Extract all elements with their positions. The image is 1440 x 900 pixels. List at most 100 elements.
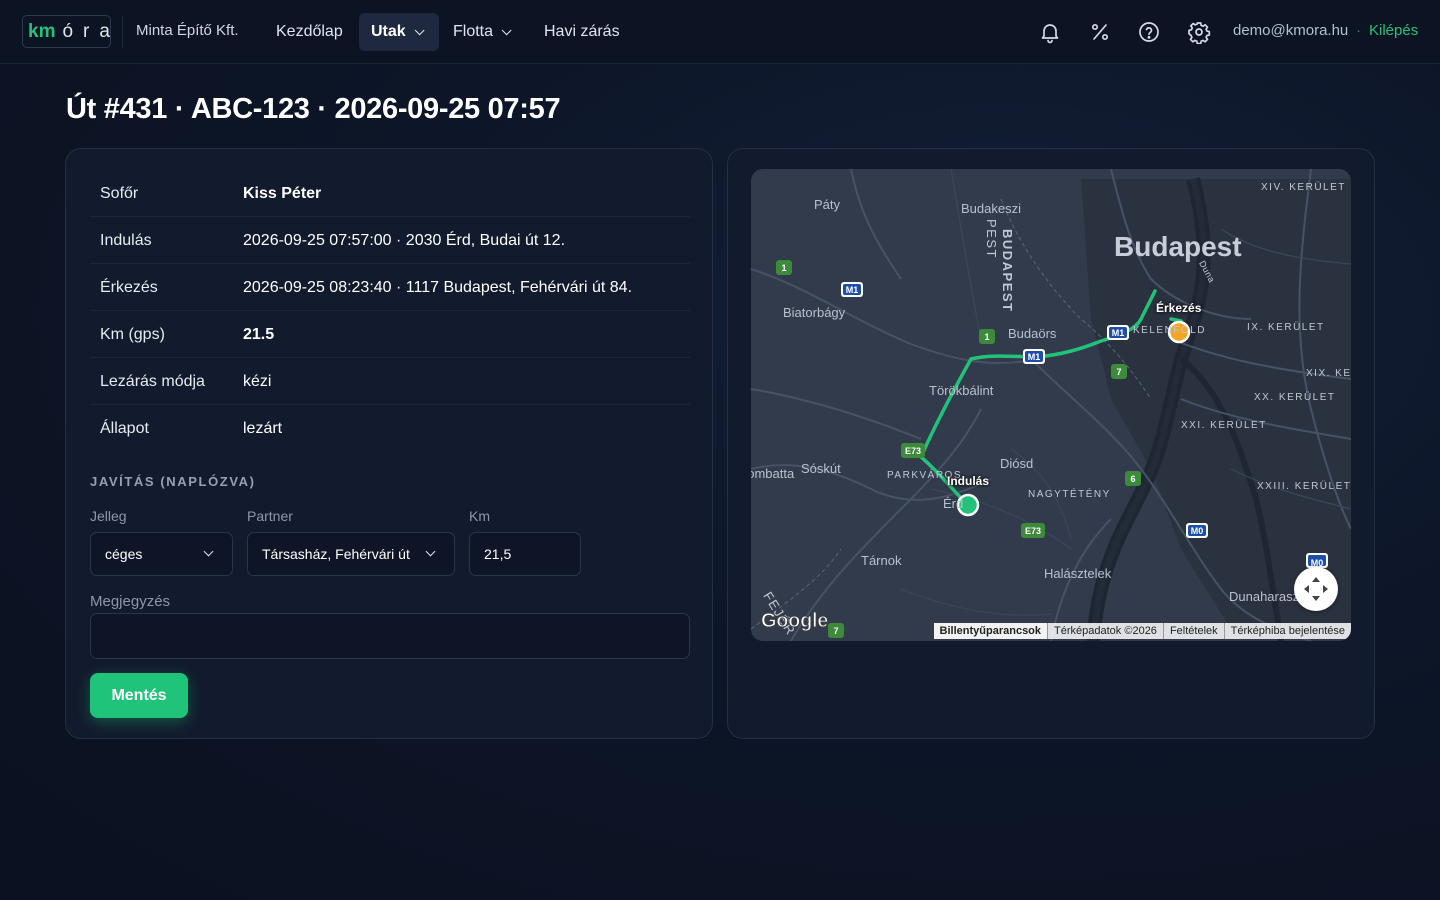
- bell-icon[interactable]: [1038, 20, 1062, 44]
- detail-label: Km (gps): [100, 326, 165, 343]
- detail-value-departure: 2026-09-25 07:57:00 · 2030 Érd, Budai út…: [243, 232, 566, 249]
- partner-label: Partner: [247, 508, 293, 524]
- logo-km: km: [28, 20, 56, 42]
- kmora-logo[interactable]: km óra: [22, 15, 111, 48]
- svg-text:7: 7: [1116, 367, 1121, 377]
- page-title: Út #431 · ABC-123 · 2026-09-25 07:57: [66, 93, 561, 125]
- nav-separator: ·: [1356, 22, 1361, 39]
- arrival-pin-label: Érkezés: [1156, 301, 1202, 315]
- detail-row-indulas: Indulás 2026-09-25 07:57:00 · 2030 Érd, …: [90, 217, 690, 264]
- detail-row-km-gps: Km (gps) 21.5: [90, 311, 690, 358]
- trip-details-card: Sofőr Kiss Péter Indulás 2026-09-25 07:5…: [65, 148, 713, 739]
- svg-text:E73: E73: [1025, 526, 1041, 536]
- chevron-down-icon: [425, 546, 436, 557]
- map-place: Páty: [814, 197, 841, 212]
- help-circle-icon[interactable]: [1137, 20, 1161, 44]
- partner-select[interactable]: Társasház, Fehérvári út: [247, 532, 455, 576]
- company-name: Minta Építő Kft.: [136, 22, 239, 39]
- km-input[interactable]: 21,5: [469, 532, 581, 576]
- detail-row-allapot: Állapot lezárt: [90, 405, 690, 452]
- nav-item-havi-zaras[interactable]: Havi zárás: [532, 13, 632, 51]
- map-place: Sóskút: [801, 461, 841, 476]
- svg-text:M1: M1: [1028, 352, 1041, 362]
- map-district: KELENFÖLD: [1133, 325, 1206, 336]
- nav-item-flotta[interactable]: Flotta: [441, 13, 520, 51]
- svg-text:6: 6: [1130, 474, 1135, 484]
- detail-row-lezaras-modja: Lezárás módja kézi: [90, 358, 690, 405]
- attribution-map-data: Térképadatok ©2026: [1047, 623, 1163, 639]
- jelleg-label: Jelleg: [90, 508, 127, 524]
- map-district: XIV. KERÜLET: [1261, 182, 1346, 193]
- svg-text:7: 7: [833, 626, 838, 636]
- gear-icon[interactable]: [1187, 20, 1211, 44]
- jelleg-select-value: céges: [105, 546, 143, 562]
- map-place: Törökbálint: [929, 383, 994, 398]
- detail-label: Érkezés: [100, 279, 158, 296]
- detail-label: Sofőr: [100, 185, 139, 202]
- map-district: NAGYTÉTÉNY: [1028, 489, 1111, 500]
- jelleg-select[interactable]: céges: [90, 532, 233, 576]
- svg-text:E73: E73: [905, 446, 921, 456]
- detail-row-erkezes: Érkezés 2026-09-25 08:23:40 · 1117 Budap…: [90, 264, 690, 311]
- nav-item-kezdolap[interactable]: Kezdőlap: [264, 13, 355, 51]
- map-attribution: Billentyűparancsok Térképadatok ©2026 Fe…: [933, 623, 1351, 639]
- detail-row-sofor: Sofőr Kiss Péter: [90, 170, 690, 217]
- percent-icon[interactable]: [1088, 20, 1112, 44]
- map-place: Budakeszi: [961, 201, 1021, 216]
- svg-text:M1: M1: [1112, 328, 1125, 338]
- svg-text:1: 1: [984, 332, 989, 342]
- km-input-value: 21,5: [484, 546, 512, 562]
- nav-item-label: Kezdőlap: [276, 23, 343, 40]
- map-district: XXIII. KERÜLET: [1257, 481, 1351, 492]
- detail-value-close-mode: kézi: [243, 373, 272, 390]
- map-city-label: Budapest: [1114, 231, 1242, 262]
- top-navbar: km óra Minta Építő Kft. Kezdőlap Utak Fl…: [0, 0, 1440, 64]
- map-place: Diósd: [1000, 456, 1034, 471]
- map-region: BUDAPEST: [1000, 229, 1015, 313]
- attribution-keyboard-shortcuts[interactable]: Billentyűparancsok: [933, 623, 1048, 639]
- detail-value-status: lezárt: [243, 420, 283, 437]
- nav-item-label: Flotta: [453, 23, 494, 40]
- nav-item-label: Havi zárás: [544, 23, 620, 40]
- note-input[interactable]: [90, 613, 690, 659]
- attribution-terms[interactable]: Feltételek: [1162, 623, 1224, 639]
- attribution-report-error[interactable]: Térképhiba bejelentése: [1223, 623, 1351, 639]
- map-district: XIX. KERÜLET: [1306, 368, 1351, 379]
- nav-item-label: Utak: [371, 23, 406, 40]
- fullscreen-icon: [1304, 577, 1328, 601]
- chevron-down-icon: [203, 546, 214, 557]
- user-email: demo@kmora.hu: [1233, 22, 1349, 39]
- chevron-down-icon: [414, 24, 425, 35]
- map-place: Budaörs: [1008, 326, 1057, 341]
- km-label: Km: [469, 508, 490, 524]
- map-place: Érd: [943, 496, 964, 511]
- map-fullscreen-button[interactable]: [1294, 567, 1338, 611]
- logo-ora: óra: [62, 20, 120, 42]
- departure-pin-label: Indulás: [947, 474, 990, 488]
- map-district: XXI. KERÜLET: [1181, 420, 1267, 431]
- nav-item-utak[interactable]: Utak: [359, 13, 439, 51]
- partner-select-value: Társasház, Fehérvári út: [262, 546, 410, 562]
- map-place: Halásztelek: [1044, 566, 1112, 581]
- map-place: Százhalombatta: [751, 466, 795, 481]
- map-place: Biatorbágy: [783, 305, 846, 320]
- detail-label: Állapot: [100, 420, 149, 437]
- logout-link[interactable]: Kilépés: [1369, 22, 1418, 39]
- correction-section-title: JAVÍTÁS (NAPLÓZVA): [90, 474, 256, 489]
- google-logo: Google: [760, 610, 829, 633]
- svg-text:M1: M1: [846, 285, 859, 295]
- map-district: IX. KERÜLET: [1247, 322, 1325, 333]
- detail-label: Lezárás módja: [100, 373, 205, 390]
- detail-value-arrival: 2026-09-25 08:23:40 · 1117 Budapest, Feh…: [243, 279, 633, 296]
- map-district: XX. KERÜLET: [1254, 392, 1336, 403]
- svg-text:1: 1: [781, 263, 786, 273]
- route-map[interactable]: M1 M1 M1 M0 M0 E73 E73 1 1 7 7 6 Páty Bu…: [751, 169, 1351, 641]
- map-place: Tárnok: [861, 553, 902, 568]
- map-card: M1 M1 M1 M0 M0 E73 E73 1 1 7 7 6 Páty Bu…: [727, 148, 1375, 739]
- detail-value-driver: Kiss Péter: [243, 185, 322, 202]
- nav-divider: [122, 16, 123, 48]
- note-label: Megjegyzés: [90, 593, 171, 610]
- save-button[interactable]: Mentés: [90, 673, 188, 718]
- detail-value-km: 21.5: [243, 326, 275, 343]
- chevron-down-icon: [501, 24, 512, 35]
